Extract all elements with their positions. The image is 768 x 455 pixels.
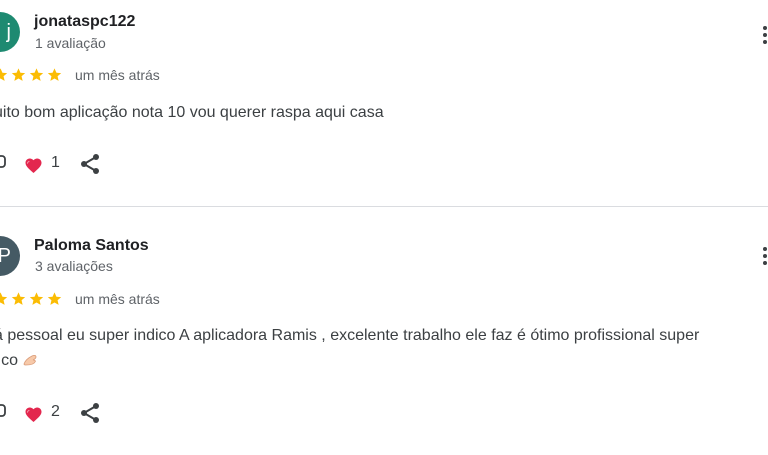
reply-icon[interactable] — [0, 403, 6, 421]
star-icon — [29, 292, 44, 305]
review-text: uito bom aplicação nota 10 vou querer ra… — [0, 100, 768, 125]
avatar[interactable]: P — [0, 236, 20, 276]
star-icon — [11, 68, 26, 81]
review-date: um mês atrás — [75, 291, 160, 307]
reviews-list: j jonataspc122 1 avaliação um mês atrás … — [0, 0, 768, 455]
like-count: 2 — [51, 403, 60, 420]
star-icon — [0, 68, 8, 81]
reviewer-name[interactable]: jonataspc122 — [34, 13, 135, 31]
review-text-line: uito bom aplicação nota 10 vou querer ra… — [0, 104, 384, 121]
star-icon — [11, 292, 26, 305]
reply-icon[interactable] — [0, 154, 6, 172]
avatar-letter: j — [6, 21, 11, 43]
review-text: á pessoal eu super indico A aplicadora R… — [0, 323, 768, 373]
share-icon[interactable] — [80, 153, 100, 175]
review-text-line-2: lico — [0, 348, 768, 373]
heart-icon[interactable] — [24, 157, 43, 173]
review-date: um mês atrás — [75, 67, 160, 83]
avatar[interactable]: j — [0, 12, 20, 52]
star-icon — [0, 292, 8, 305]
reviewer-name[interactable]: Paloma Santos — [34, 237, 149, 255]
review-text-line: lico — [0, 352, 19, 369]
pinching-hand-emoji-icon — [23, 354, 37, 366]
review-card: j jonataspc122 1 avaliação um mês atrás … — [0, 0, 768, 206]
star-rating — [0, 291, 63, 307]
star-icon — [29, 68, 44, 81]
reviewer-review-count: 3 avaliações — [35, 258, 113, 274]
share-icon[interactable] — [80, 402, 100, 424]
avatar-letter: P — [0, 245, 11, 267]
star-icon — [47, 68, 62, 81]
star-rating — [0, 67, 63, 83]
reviewer-review-count: 1 avaliação — [35, 35, 106, 51]
review-card: P Paloma Santos 3 avaliações um mês atrá… — [0, 207, 768, 455]
review-text-line: á pessoal eu super indico A aplicadora R… — [0, 327, 700, 344]
like-count: 1 — [51, 154, 60, 171]
heart-icon[interactable] — [24, 406, 43, 422]
star-icon — [47, 292, 62, 305]
more-options-icon[interactable] — [759, 24, 768, 46]
more-options-icon[interactable] — [759, 245, 768, 267]
